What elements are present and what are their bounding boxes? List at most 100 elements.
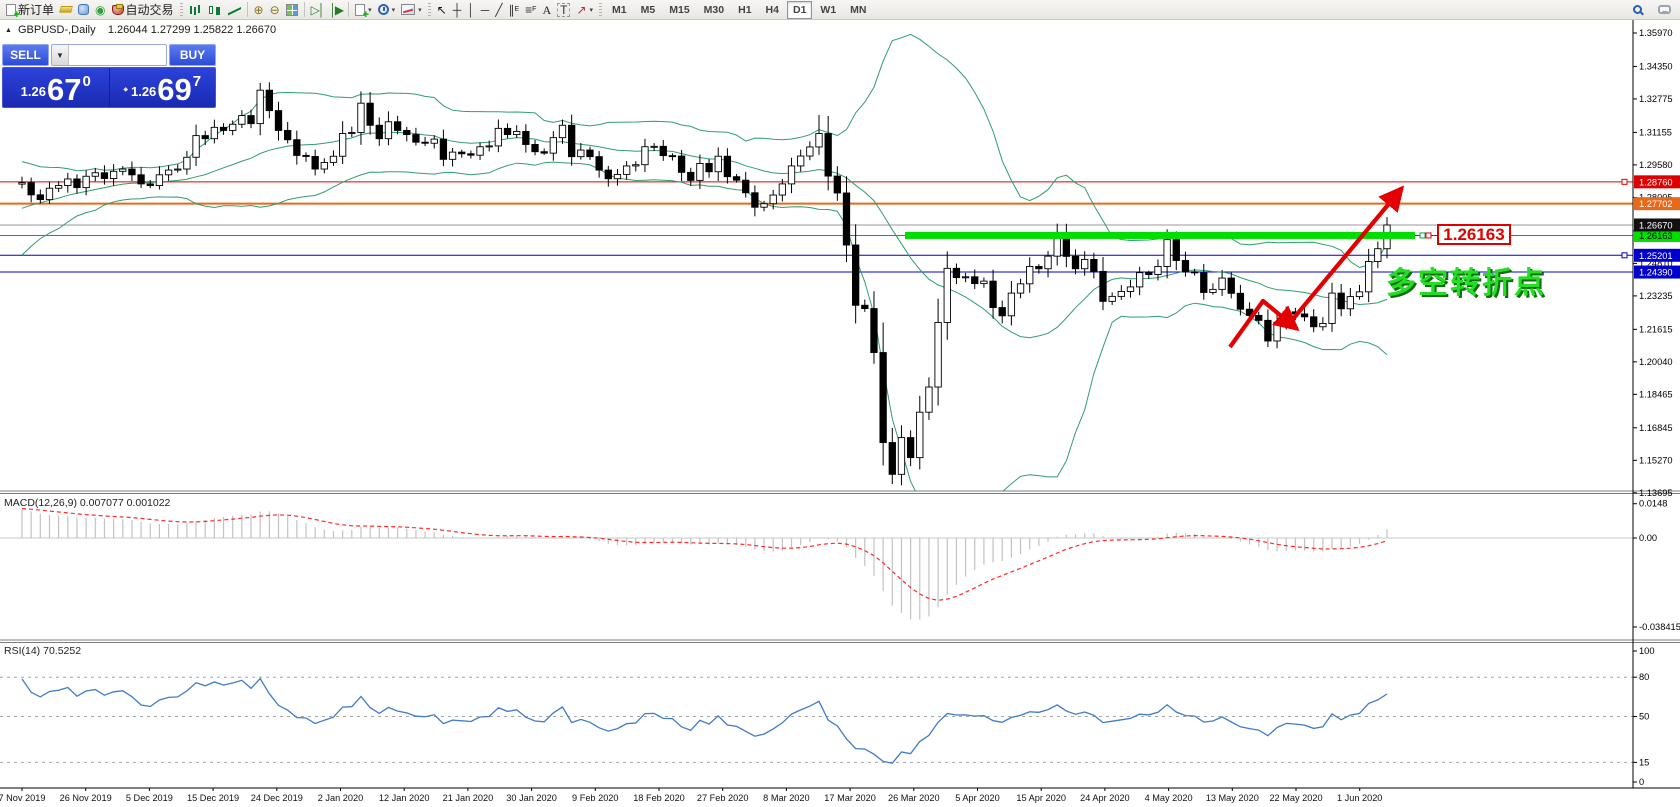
volume-input[interactable] (69, 45, 166, 65)
signal-icon: ◉ (95, 2, 106, 17)
svg-text:1.25201: 1.25201 (1639, 251, 1673, 261)
turning-point-annotation[interactable]: 多空转折点 (1386, 258, 1546, 302)
bid-price[interactable]: 1.26 67 0 (3, 68, 110, 107)
support-level-callout[interactable]: 1.26163 (1437, 224, 1511, 245)
line-chart-button[interactable] (225, 1, 244, 19)
community-icon (78, 4, 90, 15)
autotrade-icon (111, 3, 124, 15)
candle (989, 280, 997, 309)
ask-price[interactable]: ◆ 1.26 69 7 (110, 68, 216, 107)
price-axis[interactable]: 1.359701.343501.327751.311551.295801.280… (1633, 28, 1680, 787)
chart-surface[interactable]: 1.359701.343501.327751.311551.295801.280… (0, 20, 1680, 807)
cursor-button[interactable]: ↖ (434, 1, 450, 19)
channel-button[interactable]: ∥ E (505, 1, 522, 19)
buy-button[interactable]: BUY (169, 44, 216, 66)
trendline-button[interactable]: ╱ (492, 1, 505, 19)
search-icon[interactable] (1630, 1, 1645, 19)
community-icon[interactable] (75, 1, 92, 19)
candle (265, 89, 273, 112)
sell-button[interactable]: SELL (2, 44, 49, 66)
zoom-out-button[interactable]: ⊖ (267, 1, 283, 19)
candle (64, 178, 72, 187)
line-handle[interactable] (1621, 178, 1628, 185)
gold-icon[interactable] (57, 1, 75, 19)
candle (1016, 283, 1025, 294)
timeframe-w1-button[interactable]: W1 (814, 1, 842, 19)
svg-text:22 May 2020: 22 May 2020 (1269, 793, 1322, 803)
new-chart-dropdown[interactable]: ▾ (352, 1, 375, 21)
timeframe-d1-button[interactable]: D1 (786, 0, 813, 19)
chart-shift-button[interactable]: ▷│ (308, 1, 327, 19)
chart-title-ohlc: 1.26044 1.27299 1.25822 1.26670 (107, 24, 277, 36)
bar-chart-button[interactable] (186, 1, 205, 19)
volume-decrease-button[interactable]: ▼ (52, 45, 69, 65)
svg-text:50: 50 (1639, 711, 1649, 721)
periods-dropdown[interactable]: ▾ (375, 1, 399, 19)
candle (119, 168, 127, 172)
candle (302, 154, 310, 157)
templates-dropdown[interactable]: ▾ (398, 1, 425, 19)
trend-arrow[interactable] (1286, 185, 1405, 327)
svg-text:24 Dec 2019: 24 Dec 2019 (251, 793, 303, 803)
candle (641, 146, 649, 166)
arrows-dropdown[interactable]: ↗ ▾ (573, 1, 596, 19)
crosshair-button[interactable]: ┼ (450, 1, 465, 19)
search-icon (1633, 5, 1642, 14)
timeframe-m1-button[interactable]: M1 (606, 1, 633, 19)
bid-price-pip: 0 (82, 73, 91, 90)
timeframe-h4-button[interactable]: H4 (760, 1, 785, 19)
candle (760, 203, 768, 208)
autoscroll-icon: │▶ (329, 2, 344, 17)
support-band[interactable] (905, 231, 1415, 239)
svg-text:1.18465: 1.18465 (1639, 389, 1673, 399)
candle (137, 174, 145, 185)
candle (540, 151, 548, 154)
line-handle[interactable] (1621, 252, 1628, 259)
autotrade-button[interactable]: 自动交易 (109, 1, 177, 19)
rsi-label: RSI(14) 70.5252 (4, 645, 82, 657)
candle (714, 155, 722, 173)
zoom-in-button[interactable]: ⊕ (251, 1, 267, 19)
timeframe-m15-button[interactable]: M15 (663, 1, 695, 19)
callout-handle[interactable] (1425, 232, 1432, 239)
band-handle[interactable] (1419, 232, 1426, 239)
ask-price-prefix: 1.26 (130, 84, 157, 99)
chat-icon[interactable] (1655, 1, 1674, 19)
candle (522, 131, 530, 145)
time-axis[interactable]: 7 Nov 2019 26 Nov 2019 5 Dec 2019 15 Dec 20… (0, 788, 1382, 803)
collapse-icon[interactable]: ▲ (5, 27, 12, 34)
cursor-icon: ↖ (436, 2, 447, 17)
svg-text:1.13695: 1.13695 (1639, 488, 1673, 498)
candle (36, 194, 44, 201)
auto-scroll-button[interactable]: │▶ (326, 1, 345, 19)
macd-signal-line (21, 508, 1388, 601)
svg-text:1.24390: 1.24390 (1639, 268, 1673, 278)
candle (201, 135, 209, 140)
fibonacci-button[interactable]: ≡ F (522, 1, 539, 19)
candle (668, 155, 677, 158)
timeframe-h1-button[interactable]: H1 (732, 1, 757, 19)
candlestick-chart-button[interactable] (205, 1, 225, 19)
text-label-button[interactable]: T (554, 1, 573, 19)
candle (458, 151, 466, 155)
candle (934, 321, 942, 388)
candle (531, 144, 539, 153)
signal-icon[interactable]: ◉ (92, 1, 108, 19)
text-button[interactable]: A (539, 1, 554, 19)
candle (82, 175, 90, 189)
candle (1255, 314, 1263, 321)
candle (586, 149, 594, 158)
timeframe-mn-button[interactable]: MN (844, 1, 872, 19)
timeframe-m5-button[interactable]: M5 (635, 1, 662, 19)
timeframe-m30-button[interactable]: M30 (698, 1, 730, 19)
bid-price-prefix: 1.26 (20, 84, 46, 99)
new-order-button[interactable]: 新订单 (3, 1, 57, 21)
candle (247, 115, 255, 125)
candle (879, 352, 887, 444)
svg-text:17 Mar 2020: 17 Mar 2020 (824, 793, 876, 803)
candle (293, 139, 301, 156)
horizontal-line-button[interactable]: ─ (478, 1, 493, 19)
bid-ask-display: 1.26 67 0 ◆ 1.26 69 7 (2, 67, 216, 108)
vertical-line-button[interactable]: │ (464, 1, 478, 19)
tile-windows-button[interactable] (283, 1, 301, 19)
